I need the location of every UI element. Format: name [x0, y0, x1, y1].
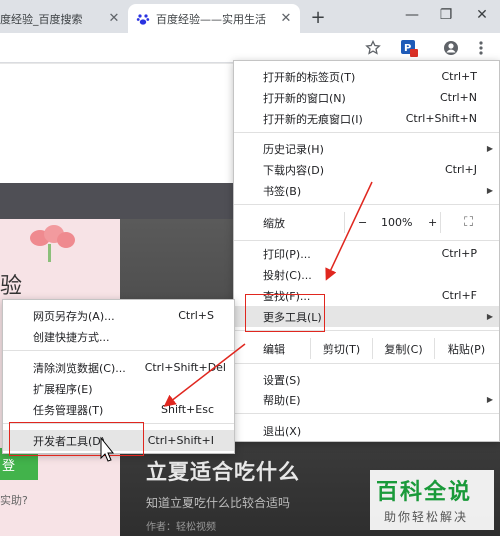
new-tab-button[interactable]: + [307, 6, 329, 28]
menu-item-task-manager[interactable]: 任务管理器(T) Shift+Esc [3, 399, 234, 420]
hero-title[interactable]: 立夏适合吃什么 [146, 456, 300, 486]
menu-label: 下载内容(D) [263, 163, 325, 177]
submenu-arrow-icon: ▶ [486, 186, 493, 195]
menu-divider [234, 240, 499, 241]
menu-label: 打开新的标签页(T) [263, 70, 356, 84]
menu-label: 历史记录(H) [263, 142, 324, 156]
menu-shortcut: Ctrl+Shift+N [405, 112, 477, 125]
menu-label: 打开新的窗口(N) [263, 91, 346, 105]
watermark: 百科全说 助你轻松解决 [370, 470, 494, 530]
hero-author: 作者：轻松视频 [146, 522, 216, 533]
menu-label: 打开新的无痕窗口(I) [263, 112, 363, 126]
menu-label: 书签(B) [263, 184, 302, 198]
maximize-button[interactable]: ❐ [430, 3, 462, 27]
zoom-value: 100% [381, 216, 413, 229]
tab-baidu-jingyan[interactable]: 百度经验——实用生活 ✕ [128, 4, 300, 33]
hero-subtitle: 知道立夏吃什么比较合适吗 [146, 496, 291, 510]
menu-divider [234, 204, 499, 205]
submenu-arrow-icon: ▶ [486, 395, 493, 404]
annotation-box-dev-tools [9, 422, 144, 456]
copy-button[interactable]: 复制(C) [372, 338, 434, 359]
flower-decoration-icon [30, 225, 75, 262]
menu-item-help[interactable]: 帮助(E) ▶ [234, 389, 499, 410]
close-icon[interactable]: ✕ [106, 11, 122, 27]
login-button-label: 登 [2, 458, 16, 474]
close-icon[interactable]: ✕ [278, 11, 294, 27]
menu-item-save-page-as[interactable]: 网页另存为(A)... Ctrl+S [3, 305, 234, 326]
tab-strip: 度经验_百度搜索 ✕ 百度经验——实用生活 ✕ + — ❐ ✕ [0, 0, 500, 33]
menu-item-new-window[interactable]: 打开新的窗口(N) Ctrl+N [234, 87, 499, 108]
watermark-subtitle: 助你轻松解决 [384, 510, 469, 524]
help-hint[interactable]: 实助? [0, 492, 28, 508]
menu-shortcut: Shift+Esc [161, 403, 214, 416]
window-close-button[interactable]: ✕ [466, 3, 498, 27]
profile-icon[interactable] [440, 37, 462, 59]
menu-label: 设置(S) [263, 373, 301, 387]
baidu-paw-icon [136, 12, 150, 26]
menu-divider [234, 363, 499, 364]
menu-item-print[interactable]: 打印(P)... Ctrl+P [234, 243, 499, 264]
watermark-title: 百科全说 [376, 480, 473, 505]
tab-title: 百度经验——实用生活 [156, 12, 266, 26]
menu-item-cast[interactable]: 投射(C)... [234, 264, 499, 285]
menu-shortcut: Ctrl+N [439, 91, 477, 104]
submenu-arrow-icon: ▶ [486, 312, 493, 321]
menu-label: 创建快捷方式... [33, 330, 110, 344]
menu-label: 编辑 [263, 342, 285, 356]
menu-shortcut: Ctrl+Shift+I [147, 434, 214, 447]
menu-label: 扩展程序(E) [33, 382, 93, 396]
zoom-in-button[interactable]: + [428, 216, 437, 229]
menu-shortcut: Ctrl+Shift+Del [144, 361, 226, 374]
menu-label: 缩放 [263, 216, 285, 230]
menu-shortcut: Ctrl+T [441, 70, 477, 83]
menu-label: 帮助(E) [263, 393, 301, 407]
tab-title: 度经验_百度搜索 [0, 12, 83, 26]
zoom-out-button[interactable]: − [358, 216, 367, 229]
fullscreen-icon[interactable]: ⛶ [464, 215, 473, 230]
menu-shortcut: Ctrl+J [444, 163, 477, 176]
menu-item-settings[interactable]: 设置(S) [234, 369, 499, 390]
menu-divider [234, 132, 499, 133]
menu-item-new-tab[interactable]: 打开新的标签页(T) Ctrl+T [234, 66, 499, 87]
menu-item-extensions[interactable]: 扩展程序(E) [3, 378, 234, 399]
annotation-box-more-tools [245, 294, 325, 332]
cut-button[interactable]: 剪切(T) [310, 338, 372, 359]
tab-baidu-search[interactable]: 度经验_百度搜索 ✕ [0, 4, 128, 33]
chrome-main-menu: 打开新的标签页(T) Ctrl+T 打开新的窗口(N) Ctrl+N 打开新的无… [233, 60, 500, 442]
star-icon[interactable] [362, 37, 384, 59]
menu-label: 任务管理器(T) [33, 403, 104, 417]
menu-divider [3, 350, 234, 351]
menu-label: 退出(X) [263, 424, 302, 438]
menu-divider [234, 413, 499, 414]
menu-label: 网页另存为(A)... [33, 309, 115, 323]
menu-item-create-shortcut[interactable]: 创建快捷方式... [3, 326, 234, 347]
menu-item-exit[interactable]: 退出(X) [234, 420, 499, 441]
menu-item-bookmarks[interactable]: 书签(B) ▶ [234, 180, 499, 201]
submenu-arrow-icon: ▶ [486, 144, 493, 153]
paste-button[interactable]: 粘贴(P) [434, 338, 498, 359]
menu-shortcut: Ctrl+F [441, 289, 477, 302]
menu-label: 清除浏览数据(C)... [33, 361, 126, 375]
menu-label: 投射(C)... [263, 268, 312, 282]
menu-item-history[interactable]: 历史记录(H) ▶ [234, 138, 499, 159]
menu-item-downloads[interactable]: 下载内容(D) Ctrl+J [234, 159, 499, 180]
menu-label: 打印(P)... [263, 247, 311, 261]
menu-item-edit: 编辑 剪切(T) 复制(C) 粘贴(P) [234, 338, 499, 359]
menu-item-clear-browsing-data[interactable]: 清除浏览数据(C)... Ctrl+Shift+Del [3, 357, 234, 378]
menu-item-zoom: 缩放 − 100% + ⛶ [234, 212, 499, 233]
menu-icon[interactable] [470, 37, 492, 59]
minimize-button[interactable]: — [396, 3, 428, 27]
menu-shortcut: Ctrl+S [178, 309, 214, 322]
menu-item-incognito[interactable]: 打开新的无痕窗口(I) Ctrl+Shift+N [234, 108, 499, 129]
toolbar: P [0, 33, 500, 63]
extension-icon[interactable]: P [398, 37, 420, 59]
menu-shortcut: Ctrl+P [441, 247, 477, 260]
hero-text: 验 [0, 274, 23, 299]
